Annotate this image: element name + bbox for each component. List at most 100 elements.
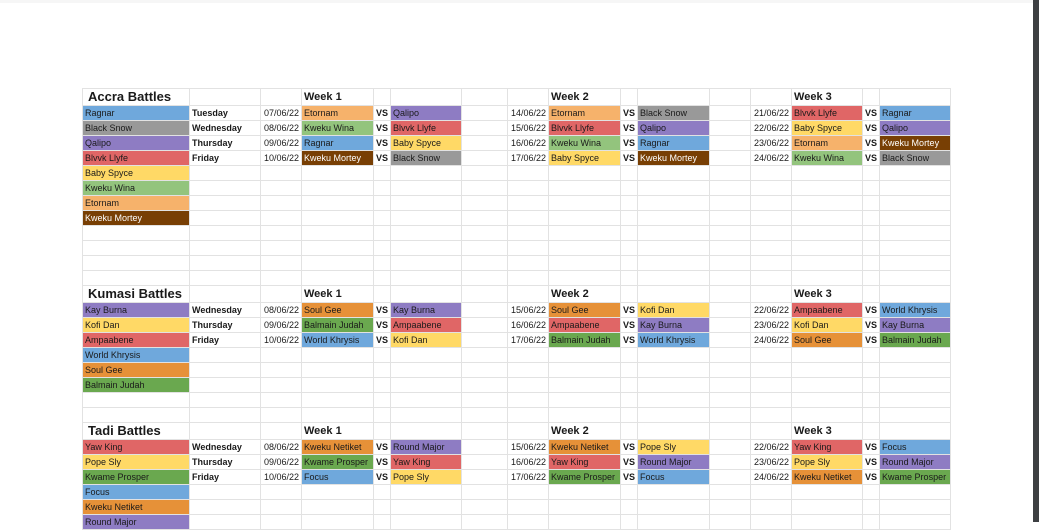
empty-cell[interactable]: [750, 88, 793, 106]
empty-cell[interactable]: [862, 240, 881, 256]
away-team[interactable]: Ragnar: [879, 105, 952, 121]
empty-cell[interactable]: [301, 195, 374, 211]
empty-cell[interactable]: [791, 210, 864, 226]
empty-cell[interactable]: [548, 255, 622, 271]
empty-cell[interactable]: [301, 165, 374, 181]
empty-cell[interactable]: [461, 225, 509, 241]
empty-cell[interactable]: [301, 180, 374, 196]
empty-cell[interactable]: [709, 150, 752, 166]
vs-label[interactable]: VS: [862, 105, 881, 121]
day-cell[interactable]: Friday: [189, 332, 261, 348]
empty-cell[interactable]: [189, 347, 261, 363]
empty-cell[interactable]: [637, 180, 711, 196]
empty-cell[interactable]: [637, 88, 711, 106]
empty-cell[interactable]: [301, 392, 374, 408]
match-date[interactable]: 15/06/22: [507, 302, 550, 318]
empty-cell[interactable]: [791, 484, 864, 500]
empty-cell[interactable]: [507, 422, 550, 440]
week-label[interactable]: Week 2: [548, 88, 622, 106]
empty-cell[interactable]: [82, 225, 190, 241]
match-date[interactable]: 16/06/22: [507, 317, 550, 333]
empty-cell[interactable]: [260, 255, 302, 271]
home-team[interactable]: Kwame Prosper: [548, 469, 622, 485]
empty-cell[interactable]: [637, 240, 711, 256]
empty-cell[interactable]: [372, 484, 392, 500]
empty-cell[interactable]: [879, 88, 952, 106]
empty-cell[interactable]: [461, 484, 509, 500]
empty-cell[interactable]: [879, 484, 952, 500]
empty-cell[interactable]: [791, 392, 864, 408]
empty-cell[interactable]: [620, 240, 639, 256]
home-team[interactable]: Kweku Netiket: [301, 439, 374, 455]
home-team[interactable]: Kweku Netiket: [548, 439, 622, 455]
day-cell[interactable]: Friday: [189, 150, 261, 166]
empty-cell[interactable]: [862, 255, 881, 271]
empty-cell[interactable]: [390, 180, 463, 196]
home-team[interactable]: Baby Spyce: [791, 120, 864, 136]
empty-cell[interactable]: [862, 347, 881, 363]
empty-cell[interactable]: [390, 210, 463, 226]
empty-cell[interactable]: [301, 210, 374, 226]
empty-cell[interactable]: [791, 270, 864, 286]
vs-label[interactable]: VS: [620, 469, 639, 485]
team-cell[interactable]: Ragnar: [82, 105, 190, 121]
empty-cell[interactable]: [507, 225, 550, 241]
empty-cell[interactable]: [791, 180, 864, 196]
empty-cell[interactable]: [620, 377, 639, 393]
vs-label[interactable]: VS: [620, 454, 639, 470]
empty-cell[interactable]: [461, 210, 509, 226]
vs-label[interactable]: VS: [620, 332, 639, 348]
empty-cell[interactable]: [461, 347, 509, 363]
empty-cell[interactable]: [879, 377, 952, 393]
empty-cell[interactable]: [507, 499, 550, 515]
empty-cell[interactable]: [372, 499, 392, 515]
empty-cell[interactable]: [709, 454, 752, 470]
away-team[interactable]: Round Major: [637, 454, 711, 470]
empty-cell[interactable]: [390, 165, 463, 181]
match-date[interactable]: 10/06/22: [260, 469, 302, 485]
empty-cell[interactable]: [879, 347, 952, 363]
empty-cell[interactable]: [260, 484, 302, 500]
empty-cell[interactable]: [637, 377, 711, 393]
home-team[interactable]: Etornam: [301, 105, 374, 121]
empty-cell[interactable]: [637, 195, 711, 211]
empty-cell[interactable]: [879, 255, 952, 271]
empty-cell[interactable]: [372, 88, 392, 106]
empty-cell[interactable]: [862, 195, 881, 211]
away-team[interactable]: Round Major: [879, 454, 952, 470]
empty-cell[interactable]: [862, 514, 881, 530]
empty-cell[interactable]: [461, 362, 509, 378]
empty-cell[interactable]: [372, 225, 392, 241]
empty-cell[interactable]: [461, 285, 509, 303]
empty-cell[interactable]: [709, 225, 752, 241]
home-team[interactable]: Kofi Dan: [791, 317, 864, 333]
empty-cell[interactable]: [260, 270, 302, 286]
empty-cell[interactable]: [390, 362, 463, 378]
empty-cell[interactable]: [791, 240, 864, 256]
empty-cell[interactable]: [372, 195, 392, 211]
empty-cell[interactable]: [372, 180, 392, 196]
empty-cell[interactable]: [709, 195, 752, 211]
empty-cell[interactable]: [260, 407, 302, 423]
empty-cell[interactable]: [189, 377, 261, 393]
empty-cell[interactable]: [548, 195, 622, 211]
section-title[interactable]: Kumasi Battles: [82, 285, 190, 303]
empty-cell[interactable]: [260, 225, 302, 241]
team-cell[interactable]: Soul Gee: [82, 362, 190, 378]
empty-cell[interactable]: [620, 347, 639, 363]
empty-cell[interactable]: [461, 332, 509, 348]
team-cell[interactable]: Kweku Wina: [82, 180, 190, 196]
home-team[interactable]: Kwame Prosper: [301, 454, 374, 470]
empty-cell[interactable]: [862, 499, 881, 515]
away-team[interactable]: Kay Burna: [879, 317, 952, 333]
empty-cell[interactable]: [301, 514, 374, 530]
empty-cell[interactable]: [507, 392, 550, 408]
section-title[interactable]: Tadi Battles: [82, 422, 190, 440]
away-team[interactable]: Focus: [637, 469, 711, 485]
empty-cell[interactable]: [709, 514, 752, 530]
empty-cell[interactable]: [862, 392, 881, 408]
vs-label[interactable]: VS: [620, 439, 639, 455]
away-team[interactable]: Kay Burna: [637, 317, 711, 333]
empty-cell[interactable]: [548, 484, 622, 500]
empty-cell[interactable]: [862, 88, 881, 106]
